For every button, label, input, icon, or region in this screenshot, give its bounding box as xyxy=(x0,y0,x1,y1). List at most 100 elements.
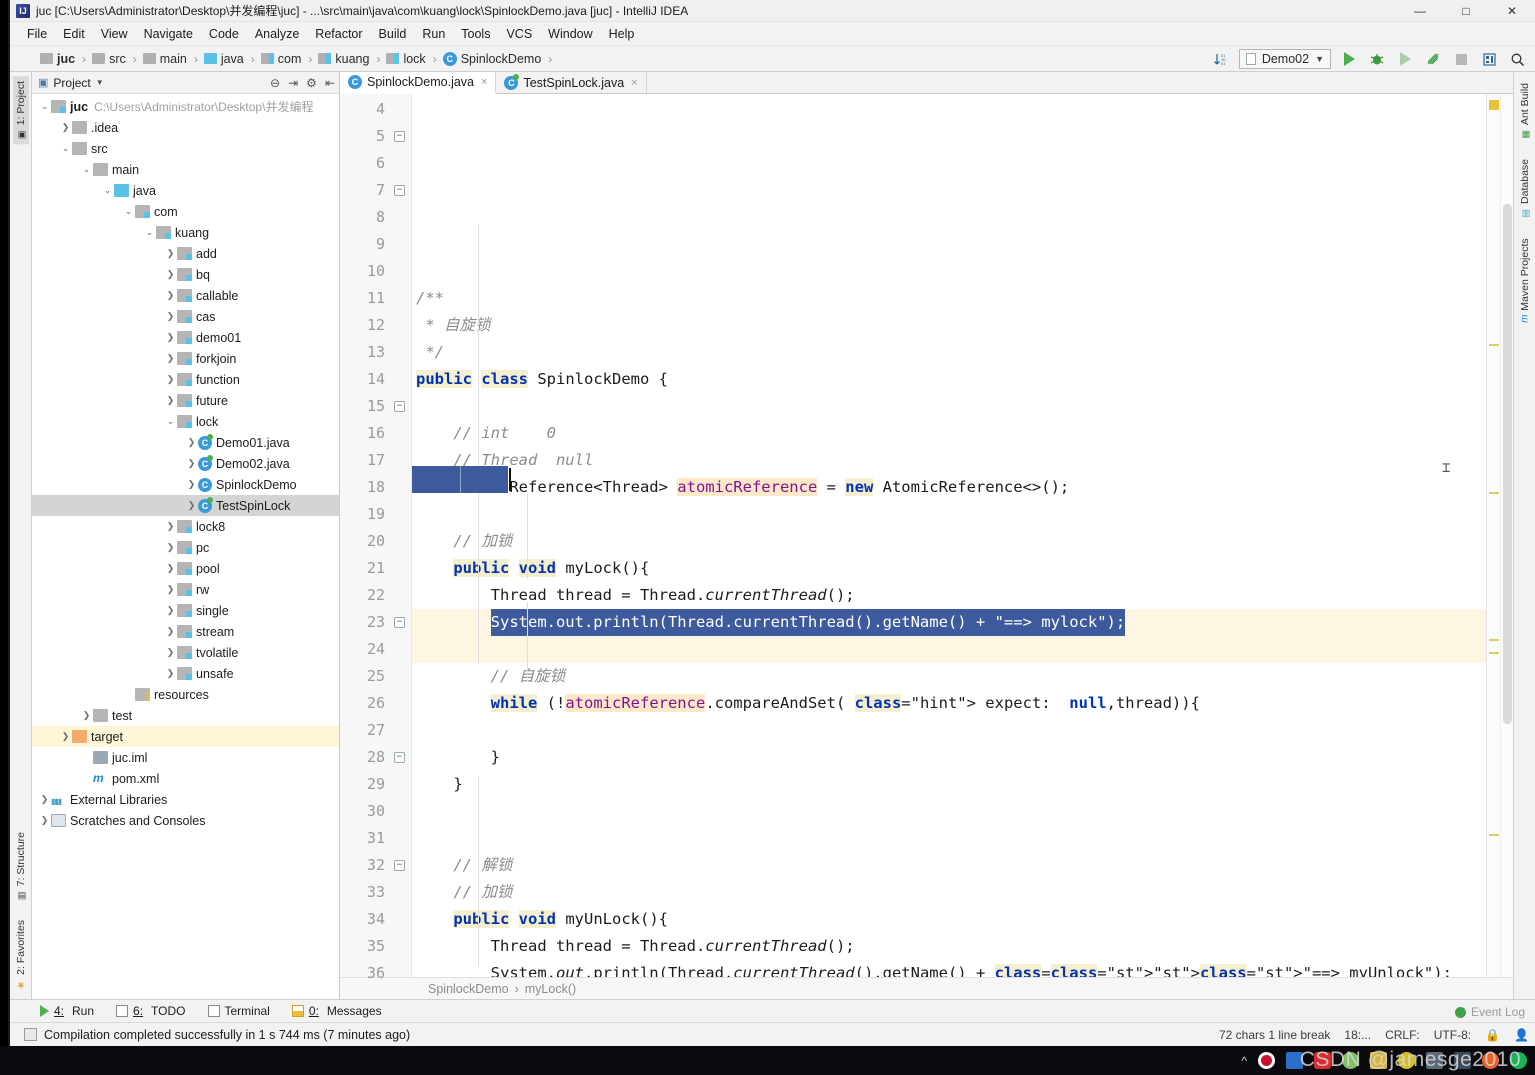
line-number[interactable]: 9 xyxy=(340,231,411,258)
code-line[interactable] xyxy=(412,501,1486,528)
sidebar-item-structure[interactable]: ▤ 7: Structure xyxy=(13,827,29,905)
line-number[interactable]: 5− xyxy=(340,123,411,150)
breadcrumb-method[interactable]: myLock() xyxy=(525,982,576,996)
sidebar-item-maven-projects[interactable]: m Maven Projects xyxy=(1517,233,1533,328)
editor-tab-testspinlock-java[interactable]: C TestSpinLock.java × xyxy=(496,72,647,93)
project-tree[interactable]: ⌄ juc C:\Users\Administrator\Desktop\并发编程 ❯… xyxy=(32,94,339,999)
search-icon[interactable] xyxy=(1507,49,1527,69)
breadcrumb-item-kuang[interactable]: kuang › xyxy=(318,52,386,66)
menu-item-build[interactable]: Build xyxy=(372,25,414,43)
tree-item--idea[interactable]: ❯ .idea xyxy=(32,117,339,138)
tree-item-testspinlock[interactable]: ❯ C TestSpinLock xyxy=(32,495,339,516)
run-icon[interactable] xyxy=(1339,49,1359,69)
tree-item-lock8[interactable]: ❯ lock8 xyxy=(32,516,339,537)
breadcrumb-item-spinlockdemo[interactable]: C SpinlockDemo › xyxy=(442,51,559,66)
line-number[interactable]: 34 xyxy=(340,906,411,933)
tree-item-function[interactable]: ❯ function xyxy=(32,369,339,390)
selected-code-text[interactable]: System.out.println(Thread.currentThread(… xyxy=(490,609,1126,636)
tree-item-test[interactable]: ❯ test xyxy=(32,705,339,726)
sort-numeric-icon[interactable]: 01 10 01 xyxy=(1211,49,1231,69)
thunder-icon[interactable] xyxy=(1370,1052,1387,1069)
line-number[interactable]: 10 xyxy=(340,258,411,285)
menu-item-file[interactable]: File xyxy=(20,25,54,43)
chevron-right-icon[interactable]: ❯ xyxy=(164,647,177,658)
line-number[interactable]: 22 xyxy=(340,582,411,609)
bottom-tool-terminal[interactable]: Terminal xyxy=(207,1004,270,1018)
chevron-right-icon[interactable]: ❯ xyxy=(164,269,177,280)
tree-item-tvolatile[interactable]: ❯ tvolatile xyxy=(32,642,339,663)
tree-item-pc[interactable]: ❯ pc xyxy=(32,537,339,558)
opera-icon[interactable] xyxy=(1258,1052,1275,1069)
code-line[interactable]: public void myUnLock(){ xyxy=(412,906,1486,933)
sidebar-item-database[interactable]: ▥ Database xyxy=(1517,154,1533,223)
line-number[interactable]: 27 xyxy=(340,717,411,744)
line-number[interactable]: 12 xyxy=(340,312,411,339)
tree-item-lock[interactable]: ⌄ lock xyxy=(32,411,339,432)
menu-item-window[interactable]: Window xyxy=(541,25,599,43)
code-line[interactable]: // 加锁 xyxy=(412,879,1486,906)
menu-item-navigate[interactable]: Navigate xyxy=(137,25,200,43)
tree-item-juc-iml[interactable]: juc.iml xyxy=(32,747,339,768)
menu-item-refactor[interactable]: Refactor xyxy=(308,25,369,43)
code-line[interactable]: // int 0 xyxy=(412,420,1486,447)
sidebar-item-project[interactable]: ▣ 1: Project xyxy=(12,76,29,145)
code-line[interactable] xyxy=(412,798,1486,825)
tree-item-stream[interactable]: ❯ stream xyxy=(32,621,339,642)
tree-item-pom-xml[interactable]: m pom.xml xyxy=(32,768,339,789)
code-line[interactable]: } xyxy=(412,744,1486,771)
tree-item-cas[interactable]: ❯ cas xyxy=(32,306,339,327)
code-line[interactable]: public class SpinlockDemo { xyxy=(412,366,1486,393)
chevron-right-icon[interactable]: ❯ xyxy=(164,521,177,532)
tree-item-demo01[interactable]: ❯ demo01 xyxy=(32,327,339,348)
status-caret-position[interactable]: 18:... xyxy=(1344,1028,1371,1042)
netease-icon[interactable] xyxy=(1314,1052,1331,1069)
scrollbar-thumb[interactable] xyxy=(1503,204,1512,724)
close-button[interactable]: ✕ xyxy=(1489,0,1535,22)
line-number[interactable]: 31 xyxy=(340,825,411,852)
tree-item-juc[interactable]: ⌄ juc C:\Users\Administrator\Desktop\并发编程 xyxy=(32,96,339,117)
sidebar-item-ant-build[interactable]: ▦ Ant Build xyxy=(1517,78,1533,144)
chevron-down-icon[interactable]: ⌄ xyxy=(143,227,156,238)
line-number-gutter[interactable]: 4 5−6 7−8 9 10 11 12 13 14 15−16 17 18 19 20 21 22 23−24… xyxy=(340,94,412,982)
close-icon[interactable]: × xyxy=(481,76,487,88)
tree-item-resources[interactable]: resources xyxy=(32,684,339,705)
code-line[interactable]: /** xyxy=(412,285,1486,312)
tree-item-unsafe[interactable]: ❯ unsafe xyxy=(32,663,339,684)
line-number[interactable]: 16 xyxy=(340,420,411,447)
code-line[interactable]: Thread thread = Thread.currentThread(); xyxy=(412,933,1486,960)
tree-item-pool[interactable]: ❯ pool xyxy=(32,558,339,579)
chevron-right-icon[interactable]: ❯ xyxy=(164,584,177,595)
menu-item-analyze[interactable]: Analyze xyxy=(248,25,306,43)
line-number[interactable]: 14 xyxy=(340,366,411,393)
chevron-down-icon[interactable]: ⌄ xyxy=(101,185,114,196)
editor-tab-spinlockdemo-java[interactable]: C SpinlockDemo.java × xyxy=(340,72,497,94)
line-number[interactable]: 25 xyxy=(340,663,411,690)
wechat2-icon[interactable] xyxy=(1510,1052,1527,1069)
line-number[interactable]: 6 xyxy=(340,150,411,177)
chevron-right-icon[interactable]: ❯ xyxy=(164,563,177,574)
chevron-right-icon[interactable]: ❯ xyxy=(185,437,198,448)
warning-marker-icon[interactable] xyxy=(1489,100,1499,110)
box-icon[interactable] xyxy=(1286,1052,1303,1069)
run-configuration-selector[interactable]: Demo02 ▼ xyxy=(1238,49,1331,69)
tree-item-src[interactable]: ⌄ src xyxy=(32,138,339,159)
expand-all-icon[interactable]: ⇥ xyxy=(288,76,298,90)
collapse-icon[interactable]: ⊖ xyxy=(270,76,280,90)
line-number[interactable]: 8 xyxy=(340,204,411,231)
line-number[interactable]: 21 xyxy=(340,555,411,582)
code-line[interactable] xyxy=(412,717,1486,744)
breadcrumb-item-src[interactable]: src › xyxy=(92,52,143,66)
line-number[interactable]: 15− xyxy=(340,393,411,420)
network-icon[interactable] xyxy=(1454,1052,1471,1069)
chevron-right-icon[interactable]: ❯ xyxy=(164,311,177,322)
chevron-right-icon[interactable]: ❯ xyxy=(164,395,177,406)
menu-item-help[interactable]: Help xyxy=(602,25,642,43)
line-number[interactable]: 18 xyxy=(340,474,411,501)
breadcrumb-item-lock[interactable]: lock › xyxy=(386,52,442,66)
chevron-right-icon[interactable]: ❯ xyxy=(185,500,198,511)
chevron-right-icon[interactable]: ❯ xyxy=(59,731,72,742)
code-line[interactable]: Thread thread = Thread.currentThread(); xyxy=(412,582,1486,609)
fold-toggle-icon[interactable]: − xyxy=(394,617,405,628)
chevron-down-icon[interactable]: ⌄ xyxy=(164,416,177,427)
shield-icon[interactable] xyxy=(1398,1052,1415,1069)
